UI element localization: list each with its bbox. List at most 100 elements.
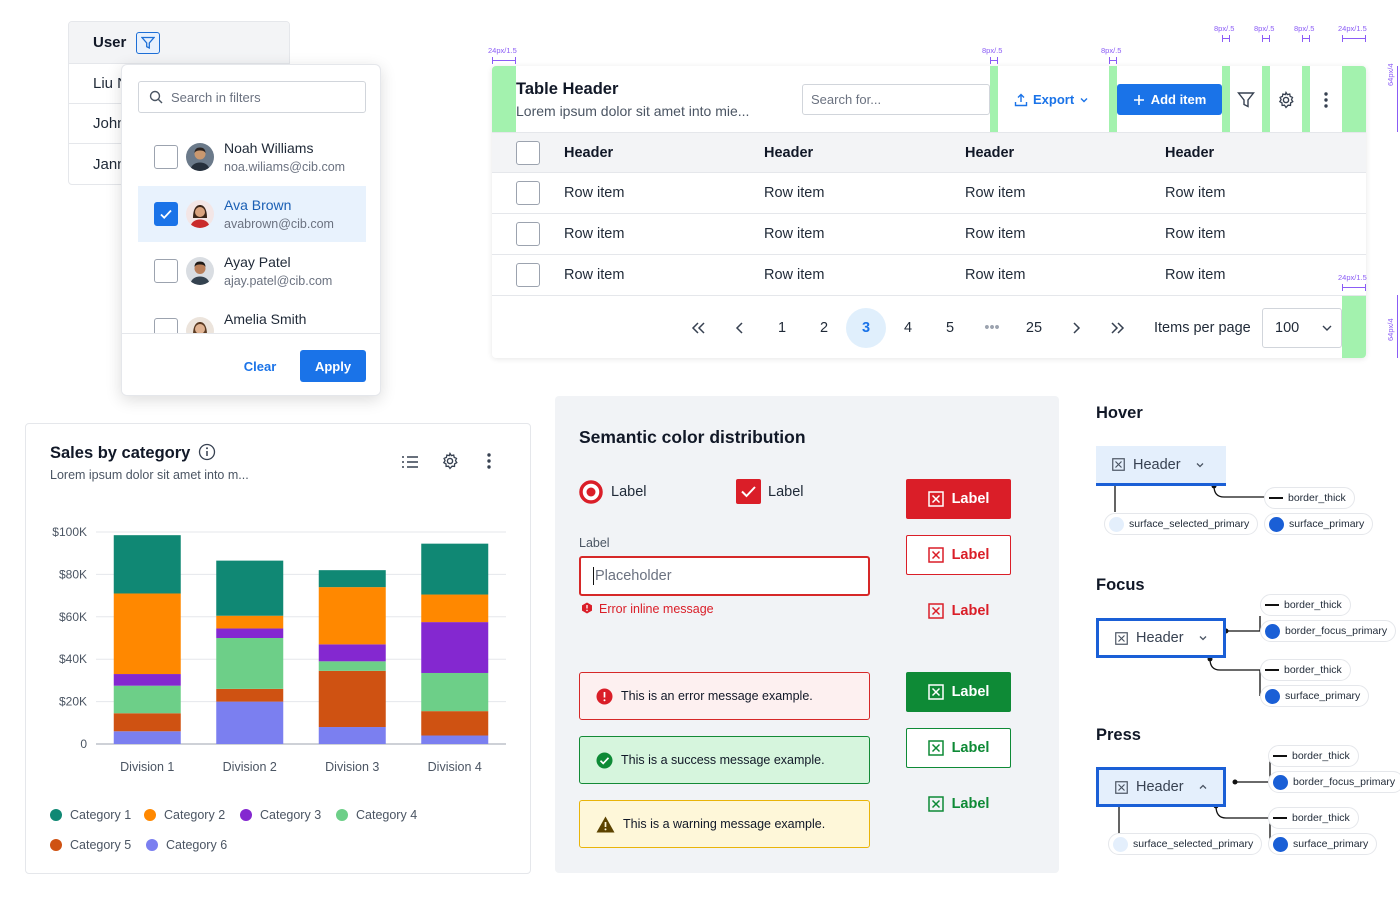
filter-option[interactable]: Ava Brown avabrown@cib.com [138, 186, 366, 242]
legend-item[interactable]: Category 3 [240, 808, 321, 822]
filter-icon[interactable] [1234, 88, 1258, 112]
token-surface-primary: surface_primary [1264, 513, 1374, 535]
next-page-icon[interactable] [1056, 308, 1096, 348]
filter-option[interactable]: Noah Williams noa.wiliams@cib.com [138, 129, 366, 185]
x-tick-label: Division 3 [325, 760, 379, 774]
token-border-thick: border_thick [1268, 807, 1359, 829]
danger-secondary-button[interactable]: Label [906, 535, 1011, 575]
select-all-checkbox[interactable] [516, 141, 540, 165]
column-header[interactable]: Header [1165, 133, 1214, 172]
export-button[interactable]: Export [1014, 84, 1094, 115]
filter-search-input[interactable]: Search in filters [138, 81, 366, 113]
filter-dropdown: Search in filters Noah Williams noa.wili… [121, 64, 381, 396]
page-button[interactable]: 25 [1014, 308, 1054, 348]
radio-selected-icon[interactable] [579, 480, 603, 504]
spacing-annotation-line [1397, 66, 1398, 132]
filter-checkbox[interactable] [154, 145, 178, 169]
token-border-thick: border_thick [1268, 745, 1359, 767]
header-press-state[interactable]: Header [1096, 767, 1226, 807]
filter-search-placeholder: Search in filters [171, 89, 261, 105]
apply-button[interactable]: Apply [300, 350, 366, 382]
legend-item[interactable]: Category 1 [50, 808, 131, 822]
bar-segment [216, 615, 284, 629]
page-button[interactable]: 4 [888, 308, 928, 348]
user-column-header[interactable]: User [69, 22, 289, 64]
table-cell: Row item [564, 185, 625, 201]
filter-checkbox[interactable] [154, 202, 178, 226]
spacing-annotation-tick [492, 57, 493, 64]
filter-checkbox[interactable] [154, 259, 178, 283]
gear-icon[interactable] [1274, 88, 1298, 112]
close-box-icon [927, 547, 944, 563]
more-vertical-icon[interactable] [1314, 88, 1338, 112]
checkbox-checked-icon[interactable] [736, 479, 761, 504]
button-label: Label [951, 796, 990, 812]
table-cell: Row item [764, 267, 825, 283]
header-focus-state[interactable]: Header [1096, 618, 1226, 658]
data-table: Table Header Lorem ipsum dolor sit amet … [492, 66, 1366, 358]
column-header[interactable]: Header [965, 133, 1014, 172]
error-message-banner: This is an error message example. [579, 672, 870, 720]
error-inline-message: Error inline message [599, 602, 714, 616]
page-button-active[interactable]: 3 [846, 308, 886, 348]
filter-option-name: Ayay Patel [224, 254, 291, 270]
chart-subtitle: Lorem ipsum dolor sit amet into m... [50, 468, 249, 482]
panel-title: Semantic color distribution [579, 427, 806, 447]
legend-item[interactable]: Category 2 [144, 808, 225, 822]
more-vertical-icon[interactable] [486, 452, 492, 470]
row-checkbox[interactable] [516, 263, 540, 287]
token-border-focus-primary: border_focus_primary [1260, 620, 1397, 642]
page-button[interactable]: 5 [930, 308, 970, 348]
info-icon[interactable] [198, 443, 216, 461]
table-cell: Row item [1165, 267, 1226, 283]
state-title-press: Press [1096, 726, 1141, 744]
x-tick-label: Division 1 [120, 760, 174, 774]
bar-segment [421, 622, 489, 673]
filter-option-email: ajay.patel@cib.com [224, 274, 333, 288]
bar-segment [421, 543, 489, 595]
row-checkbox[interactable] [516, 181, 540, 205]
bar-segment [113, 685, 181, 714]
success-primary-button[interactable]: Label [906, 672, 1011, 712]
bar-segment [318, 644, 386, 662]
table-cell: Row item [564, 267, 625, 283]
page-button[interactable]: 1 [762, 308, 802, 348]
page-button[interactable]: 2 [804, 308, 844, 348]
spacing-annotation-tick [997, 57, 998, 64]
filter-option[interactable]: Ayay Patel ajay.patel@cib.com [138, 243, 366, 299]
danger-primary-button[interactable]: Label [906, 479, 1011, 519]
clear-button[interactable]: Clear [234, 350, 286, 382]
table-row[interactable]: Row item Row item Row item Row item [492, 213, 1366, 254]
legend-item[interactable]: Category 5 [50, 838, 131, 852]
first-page-icon[interactable] [678, 308, 718, 348]
last-page-icon[interactable] [1098, 308, 1138, 348]
list-icon[interactable] [401, 453, 419, 471]
add-item-button[interactable]: Add item [1117, 84, 1222, 115]
success-ghost-button[interactable]: Label [906, 784, 1011, 824]
legend-item[interactable]: Category 4 [336, 808, 417, 822]
table-row[interactable]: Row item Row item Row item Row item [492, 254, 1366, 295]
gear-icon[interactable] [441, 452, 459, 470]
spacing-annotation-tick [1365, 284, 1366, 291]
column-header[interactable]: Header [764, 133, 813, 172]
row-checkbox[interactable] [516, 222, 540, 246]
spacing-annotation-tick [1262, 35, 1263, 42]
add-item-label: Add item [1150, 92, 1207, 107]
legend-item[interactable]: Category 6 [146, 838, 227, 852]
danger-ghost-button[interactable]: Label [906, 591, 1011, 631]
prev-page-icon[interactable] [720, 308, 760, 348]
spacing-annotation-line [1342, 38, 1366, 39]
success-secondary-button[interactable]: Label [906, 728, 1011, 768]
items-per-page-select[interactable]: 100 [1262, 308, 1342, 348]
token-surface-selected-primary: surface_selected_primary [1104, 513, 1259, 535]
column-header[interactable]: Header [564, 133, 613, 172]
filter-icon[interactable] [136, 31, 161, 54]
spacing-indicator [1222, 66, 1230, 132]
legend-label: Category 2 [164, 808, 226, 822]
table-search-input[interactable]: Search for... [802, 84, 990, 115]
table-row[interactable]: Row item Row item Row item Row item [492, 172, 1366, 213]
header-hover-state[interactable]: Header [1096, 446, 1226, 486]
table-cell: Row item [965, 185, 1026, 201]
table-cell: Row item [965, 267, 1026, 283]
error-text-field[interactable]: Placeholder [579, 556, 870, 596]
